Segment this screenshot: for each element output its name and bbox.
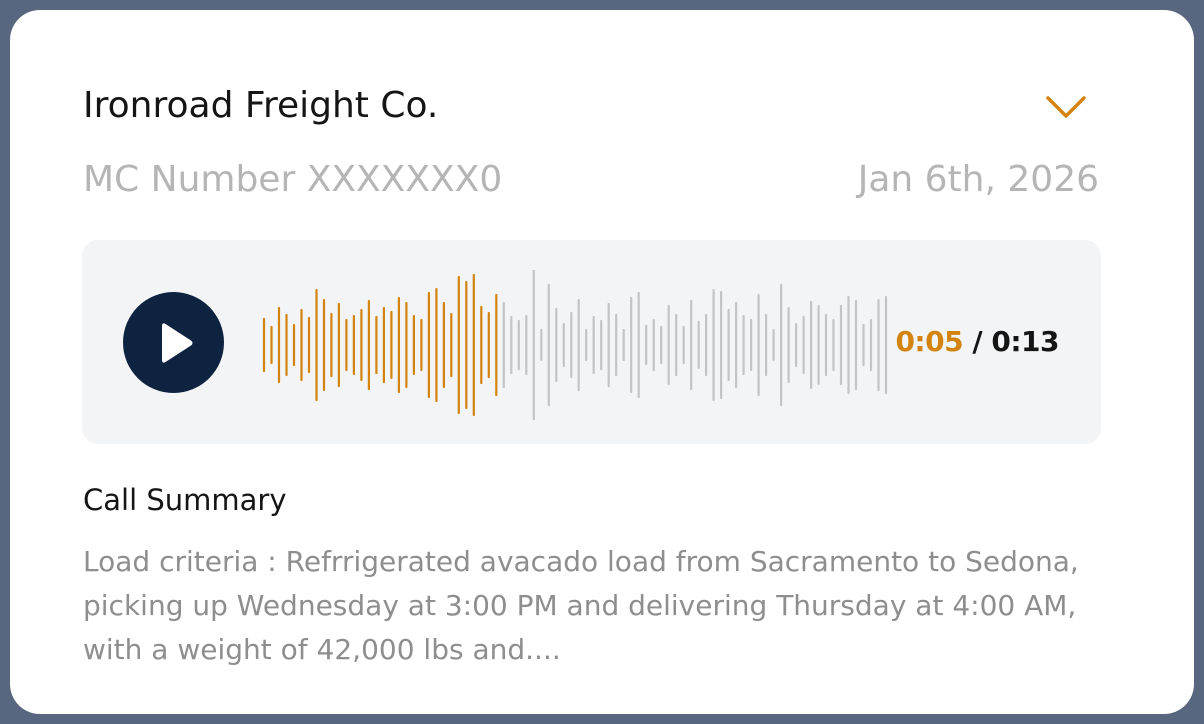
waveform[interactable]	[260, 270, 890, 420]
company-name: Ironroad Freight Co.	[83, 85, 439, 126]
summary-title: Call Summary	[83, 483, 287, 517]
chevron-down-icon[interactable]	[1042, 94, 1090, 122]
current-time: 0:05	[895, 325, 964, 358]
total-time: 0:13	[991, 325, 1059, 358]
audio-player: 0:05 / 0:13	[82, 240, 1101, 444]
play-icon	[162, 323, 193, 363]
mc-number: MC Number XXXXXXX0	[83, 159, 503, 200]
time-display: 0:05 / 0:13	[895, 324, 1059, 360]
play-button[interactable]	[123, 292, 224, 393]
time-separator: /	[963, 325, 992, 358]
call-card: Ironroad Freight Co. MC Number XXXXXXX0 …	[10, 10, 1194, 714]
summary-text: Load criteria : Refrrigerated avacado lo…	[83, 545, 1079, 666]
call-date: Jan 6th, 2026	[857, 159, 1099, 200]
